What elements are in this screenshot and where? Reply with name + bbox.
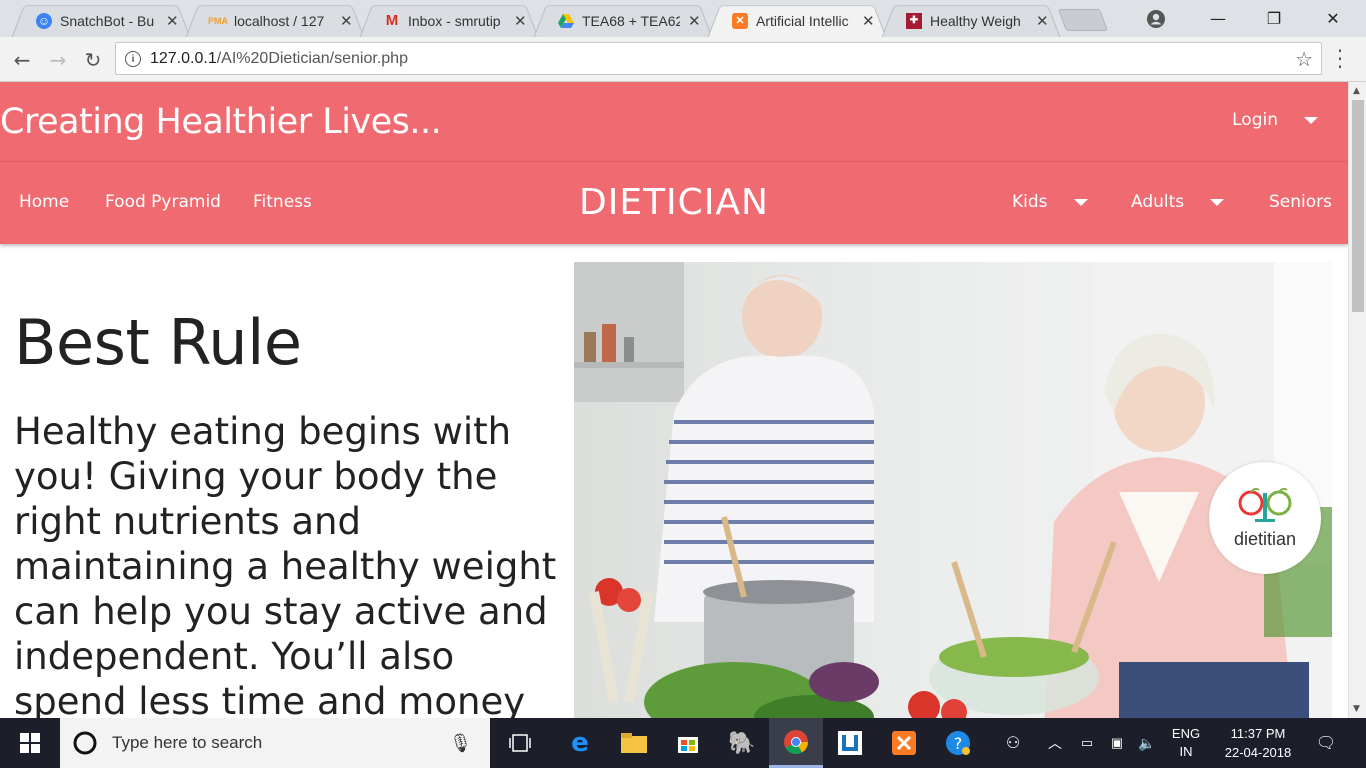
browser-tab-snatchbot[interactable]: ☺ SnatchBot - Bu ✕ [12, 4, 190, 37]
nav-kids-dropdown[interactable]: Kids [1012, 192, 1088, 212]
browser-tab-strip: ☺ SnatchBot - Bu ✕ PMA localhost / 127 ✕… [0, 0, 1366, 37]
browser-tab-active[interactable]: ✕ Artificial Intellic ✕ [708, 4, 886, 37]
network-icon[interactable]: ▣ [1106, 718, 1128, 768]
dietitian-logo: dietitian [1209, 462, 1321, 574]
tab-title: SnatchBot - Bu [60, 12, 155, 29]
volume-icon[interactable]: 🔈 [1136, 718, 1158, 768]
clock-date: 22-04-2018 [1224, 745, 1292, 760]
language-indicator[interactable]: ENG IN [1166, 718, 1206, 768]
main-content: Best Rule Healthy eating begins with you… [0, 244, 1348, 718]
app-frame-icon[interactable] [823, 718, 877, 768]
site-info-icon[interactable]: i [125, 51, 141, 67]
notifications-icon[interactable]: 🗨 [1312, 718, 1340, 768]
xampp-icon: ✕ [732, 12, 748, 29]
help-icon[interactable]: ? [931, 718, 985, 768]
login-label: Login [1232, 110, 1278, 130]
browser-tab-localhost[interactable]: PMA localhost / 127 ✕ [186, 4, 364, 37]
section-paragraph: Healthy eating begins with you! Giving y… [14, 410, 557, 718]
tab-title: localhost / 127 [234, 12, 325, 29]
close-tab-icon[interactable]: ✕ [688, 12, 701, 30]
nav-food-pyramid[interactable]: Food Pyramid [105, 192, 221, 212]
reload-icon[interactable]: ↻ [80, 47, 106, 73]
tab-title: TEA68 + TEA62 [582, 12, 680, 29]
windows-taskbar: Type here to search 🎙 e 🐘 ? ⚇ ︿ ▭ ▣ 🔈 EN… [0, 718, 1366, 768]
start-button[interactable] [0, 718, 60, 768]
main-navigation: Home Food Pyramid Fitness DIETICIAN Kids… [0, 162, 1348, 244]
logo-text: dietitian [1233, 528, 1297, 549]
store-icon[interactable] [661, 718, 715, 768]
clock-time: 11:37 PM [1230, 726, 1286, 741]
tab-title: Inbox - smrutip [408, 12, 501, 29]
site-tagline: Creating Healthier Lives... [0, 101, 442, 142]
page-scrollbar[interactable]: ▲ ▼ [1348, 82, 1366, 718]
region-label: IN [1179, 744, 1193, 759]
new-tab-button[interactable] [1057, 9, 1109, 31]
snatchbot-icon: ☺ [36, 12, 52, 29]
microphone-icon[interactable]: 🎙 [449, 733, 472, 754]
caret-down-icon [1073, 198, 1088, 206]
browser-tab-gmail[interactable]: M Inbox - smrutip ✕ [360, 4, 538, 37]
restore-window-icon[interactable]: ❐ [1246, 0, 1302, 37]
close-tab-icon[interactable]: ✕ [166, 12, 179, 30]
browser-tab-drive[interactable]: TEA68 + TEA62 ✕ [534, 4, 712, 37]
back-arrow-icon[interactable]: ← [9, 47, 35, 73]
harvard-icon: ✚ [906, 12, 922, 29]
site-top-bar: Creating Healthier Lives... Login [0, 82, 1348, 162]
phpmyadmin-icon: PMA [208, 15, 228, 26]
tab-title: Artificial Intellic [756, 12, 849, 29]
edge-browser-icon[interactable]: e [553, 718, 607, 768]
caret-down-icon [1304, 116, 1318, 124]
browser-toolbar: ← → ↻ i 127.0.0.1/AI%20Dietician/senior.… [0, 37, 1366, 82]
task-view-icon[interactable] [493, 718, 547, 768]
minimize-window-icon[interactable]: — [1190, 0, 1246, 37]
tab-title: Healthy Weigh [930, 12, 1021, 29]
scroll-down-arrow-icon[interactable]: ▼ [1353, 704, 1360, 714]
url-host: 127.0.0.1 [150, 49, 217, 67]
profile-icon[interactable] [1128, 0, 1184, 37]
show-hidden-icons-chevron-icon[interactable]: ︿ [1044, 718, 1066, 768]
xampp-taskbar-icon[interactable] [877, 718, 931, 768]
bookmark-star-icon[interactable]: ☆ [1295, 47, 1313, 72]
web-page: Creating Healthier Lives... Login Home F… [0, 82, 1348, 718]
close-window-icon[interactable]: ✕ [1305, 0, 1361, 37]
address-bar[interactable]: i 127.0.0.1/AI%20Dietician/senior.php ☆ [115, 42, 1322, 75]
google-drive-icon [558, 13, 574, 29]
language-label: ENG [1171, 726, 1201, 741]
nav-home[interactable]: Home [19, 192, 69, 212]
nav-adults-label: Adults [1131, 192, 1185, 212]
nav-adults-dropdown[interactable]: Adults [1131, 192, 1225, 212]
people-icon[interactable]: ⚇ [1000, 718, 1026, 768]
browser-menu-icon[interactable]: · · · [1335, 41, 1345, 77]
forward-arrow-icon[interactable]: → [45, 47, 71, 73]
file-explorer-icon[interactable] [607, 718, 661, 768]
chrome-icon[interactable] [769, 718, 823, 768]
windows-logo-icon [20, 733, 40, 753]
section-heading: Best Rule [14, 306, 302, 379]
evernote-icon[interactable]: 🐘 [715, 718, 769, 768]
taskbar-search-box[interactable]: Type here to search 🎙 [60, 718, 490, 768]
scroll-up-arrow-icon[interactable]: ▲ [1353, 86, 1360, 96]
close-tab-icon[interactable]: ✕ [1036, 12, 1049, 30]
nav-seniors[interactable]: Seniors [1269, 192, 1332, 212]
cortana-icon [73, 731, 97, 755]
gmail-icon: M [385, 12, 399, 29]
caret-down-icon [1210, 198, 1225, 206]
nav-fitness[interactable]: Fitness [253, 192, 312, 212]
close-tab-icon[interactable]: ✕ [340, 12, 353, 30]
browser-tab-healthy-weight[interactable]: ✚ Healthy Weigh ✕ [882, 4, 1060, 37]
battery-icon[interactable]: ▭ [1076, 718, 1098, 768]
apple-logo-icon [1238, 487, 1292, 522]
url-path: /AI%20Dietician/senior.php [216, 49, 408, 67]
close-tab-icon[interactable]: ✕ [862, 12, 875, 30]
login-dropdown[interactable]: Login [1232, 110, 1318, 130]
close-tab-icon[interactable]: ✕ [514, 12, 527, 30]
taskbar-search-placeholder: Type here to search [112, 733, 263, 752]
clock[interactable]: 11:37 PM 22-04-2018 [1212, 718, 1304, 768]
scrollbar-thumb[interactable] [1352, 100, 1364, 312]
nav-kids-label: Kids [1012, 192, 1048, 212]
svg-text:?: ? [954, 734, 963, 753]
